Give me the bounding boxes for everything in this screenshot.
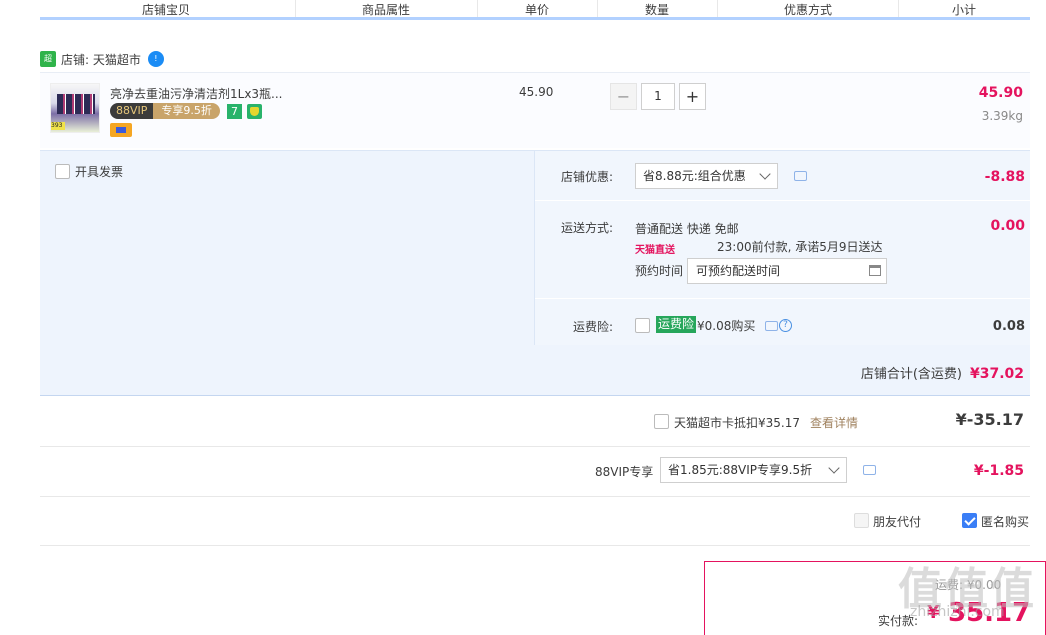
- divider: [597, 0, 598, 17]
- vip-badge-right: 专享9.5折: [153, 103, 220, 119]
- insurance-label: 运费险:: [572, 320, 613, 334]
- tmall-card-amount: ¥-35.17: [955, 410, 1024, 429]
- shipping-label: 运送方式:: [560, 221, 613, 235]
- shop-discount-select[interactable]: 省8.88元:组合优惠: [635, 163, 778, 189]
- divider: [477, 0, 478, 17]
- help-icon[interactable]: ?: [779, 319, 792, 332]
- shipping-section: 运送方式: 普通配送 快递 免邮 天猫直送 23:00前付款, 承诺5月9日送达…: [535, 202, 1031, 299]
- shipping-insurance-section: 运费险: 运费险 ¥0.08购买 ? 0.08: [535, 300, 1031, 345]
- vip88-label: 88VIP专享: [595, 465, 654, 479]
- credit-card-icon: [110, 123, 132, 137]
- cart-item-row: 393 亮净去重油污净清洁剂1Lx3瓶... 88VIP 专享9.5折 7 45…: [40, 72, 1030, 148]
- insurance-amount: 0.08: [992, 319, 1025, 334]
- divider: [295, 0, 296, 17]
- col-discount-method: 优惠方式: [784, 3, 833, 17]
- col-unit-price: 单价: [525, 3, 550, 17]
- shop-discount-label: 店铺优惠:: [560, 170, 613, 184]
- product-thumbnail[interactable]: 393: [50, 83, 100, 133]
- invoice-label: 开具发票: [75, 165, 124, 179]
- tmall-supermarket-icon: 超: [40, 51, 56, 67]
- payment-options-row: 朋友代付 匿名购买: [40, 497, 1030, 546]
- shop-discount-amount: -8.88: [984, 169, 1025, 185]
- col-attributes: 商品属性: [362, 3, 411, 17]
- insurance-checkbox[interactable]: [635, 318, 650, 333]
- product-title[interactable]: 亮净去重油污净清洁剂1Lx3瓶...: [110, 85, 283, 102]
- item-subtotal: 45.90: [978, 85, 1023, 101]
- vip88-value: 省1.85元:88VIP专享9.5折: [668, 463, 813, 477]
- vip-badge-left: 88VIP: [110, 103, 154, 119]
- watermark-url: zhizhizhi.com: [910, 604, 1005, 620]
- shipping-method: 普通配送 快递 免邮: [635, 222, 739, 236]
- shop-order-panel: 开具发票 店铺优惠: 省8.88元:组合优惠 -8.88 运送方式: 普通配送 …: [40, 150, 1031, 396]
- appointment-time-input[interactable]: 可预约配送时间: [687, 258, 887, 284]
- vip88-row: 88VIP专享 省1.85元:88VIP专享9.5折 ¥-1.85: [40, 447, 1030, 497]
- divider: [717, 0, 718, 17]
- decrease-quantity-button[interactable]: −: [610, 83, 637, 110]
- invoice-option[interactable]: 开具发票: [55, 163, 123, 180]
- col-quantity: 数量: [645, 3, 670, 17]
- appointment-placeholder: 可预约配送时间: [696, 264, 781, 278]
- table-header: 店铺宝贝 商品属性 单价 数量 优惠方式 小计: [40, 0, 1030, 20]
- shop-total-value: ¥37.02: [969, 366, 1024, 382]
- tmall-card-checkbox[interactable]: [654, 414, 669, 429]
- friend-pay-label: 朋友代付: [873, 515, 922, 529]
- order-options-box: 店铺优惠: 省8.88元:组合优惠 -8.88 运送方式: 普通配送 快递 免邮…: [534, 151, 1031, 345]
- col-subtotal: 小计: [952, 3, 977, 17]
- chevron-down-icon: [828, 462, 840, 474]
- item-weight: 3.39kg: [981, 109, 1023, 123]
- tmall-card-row: 天猫超市卡抵扣¥35.17 查看详情 ¥-35.17: [40, 397, 1030, 447]
- vip88-select[interactable]: 省1.85元:88VIP专享9.5折: [660, 457, 847, 483]
- chevron-down-icon: [759, 168, 771, 180]
- view-details-link[interactable]: 查看详情: [810, 414, 858, 431]
- increase-quantity-button[interactable]: +: [679, 83, 706, 110]
- divider: [898, 0, 899, 17]
- col-shop-item: 店铺宝贝: [142, 3, 191, 17]
- insurance-badge: 运费险: [656, 316, 697, 333]
- shop-name[interactable]: 店铺: 天猫超市: [61, 51, 141, 68]
- message-icon[interactable]: [863, 465, 876, 475]
- invoice-checkbox[interactable]: [55, 164, 70, 179]
- shop-title[interactable]: 超 店铺: 天猫超市 !: [40, 50, 164, 68]
- quantity-stepper: − 1 +: [610, 83, 706, 110]
- vip88-amount: ¥-1.85: [973, 463, 1024, 479]
- shop-discount-value: 省8.88元:组合优惠: [643, 169, 746, 183]
- delivery-promise: 23:00前付款, 承诺5月9日送达: [717, 240, 883, 254]
- vip-discount-badge: 88VIP 专享9.5折: [110, 103, 220, 119]
- wangwang-chat-icon[interactable]: !: [147, 51, 164, 67]
- message-icon[interactable]: [794, 171, 807, 181]
- seven-day-return-icon: 7: [227, 104, 242, 119]
- calendar-icon[interactable]: [869, 265, 881, 276]
- shop-total-label: 店铺合计(含运费): [860, 367, 962, 382]
- anonymous-label: 匿名购买: [981, 515, 1030, 529]
- shop-total: 店铺合计(含运费) ¥37.02: [861, 363, 1024, 382]
- anonymous-checkbox[interactable]: [962, 513, 977, 528]
- tmall-card-label: 天猫超市卡抵扣¥35.17: [674, 416, 800, 430]
- appointment-label: 预约时间: [635, 264, 684, 278]
- shipping-amount: 0.00: [990, 218, 1025, 234]
- message-icon[interactable]: [765, 321, 778, 331]
- quantity-input[interactable]: 1: [641, 83, 675, 110]
- insurance-price: ¥0.08购买: [697, 319, 756, 333]
- guarantee-shield-icon: [247, 104, 262, 119]
- shop-discount-section: 店铺优惠: 省8.88元:组合优惠 -8.88: [535, 151, 1031, 201]
- unit-price: 45.90: [519, 85, 554, 99]
- tmall-direct-logo: 天猫直送: [635, 245, 675, 256]
- friend-pay-checkbox[interactable]: [854, 513, 869, 528]
